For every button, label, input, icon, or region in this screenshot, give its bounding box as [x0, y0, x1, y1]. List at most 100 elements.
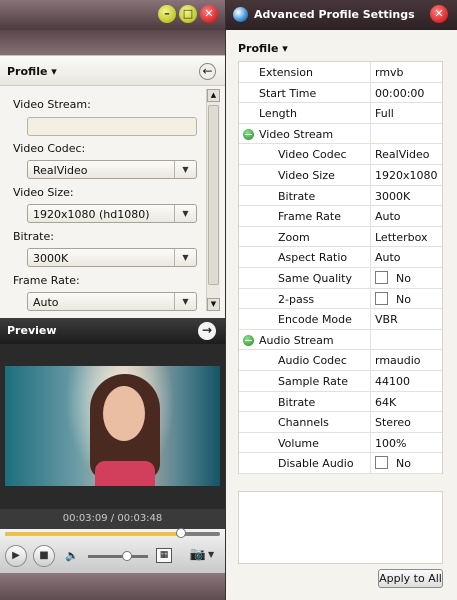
property-row[interactable]: Bitrate 3000K	[239, 185, 442, 207]
close-button[interactable]: ✕	[430, 5, 448, 23]
property-row[interactable]: Aspect Ratio Auto	[239, 247, 442, 268]
frame-rate-select[interactable]: Auto ▼	[27, 292, 197, 311]
property-group-row[interactable]: Audio Stream	[239, 329, 442, 351]
property-name: 2-pass	[278, 292, 315, 306]
scroll-up-icon[interactable]: ▲	[207, 89, 220, 102]
property-row[interactable]: Length Full	[239, 103, 442, 124]
preview-title: Preview	[7, 324, 57, 337]
property-name: Audio Stream	[259, 333, 334, 347]
property-name: Aspect Ratio	[278, 251, 348, 265]
property-value[interactable]: Auto	[375, 210, 441, 223]
property-value[interactable]: 00:00:00	[375, 87, 441, 100]
profile-title[interactable]: Profile ▾	[7, 65, 57, 78]
time-bar: 00:03:09 / 00:03:48	[0, 509, 225, 529]
maximize-button[interactable]: □	[179, 5, 197, 23]
collapse-icon[interactable]	[243, 128, 254, 140]
video-size-select[interactable]: 1920x1080 (hd1080) ▼	[27, 204, 197, 223]
property-value[interactable]: 44100	[375, 375, 441, 388]
main-bottom-bar	[0, 573, 225, 600]
video-stream-input[interactable]	[27, 117, 197, 136]
bitrate-value: 3000K	[33, 252, 69, 265]
back-arrow-icon[interactable]: ←	[199, 63, 216, 80]
snapshot-folder-icon[interactable]: ▦	[156, 548, 172, 563]
bitrate-label: Bitrate:	[13, 230, 54, 243]
property-value[interactable]: Stereo	[375, 416, 441, 429]
stop-button[interactable]: ■	[33, 545, 55, 567]
video-size-label: Video Size:	[13, 186, 74, 199]
property-name: Zoom	[278, 230, 310, 244]
property-row[interactable]: Encode Mode VBR	[239, 309, 442, 330]
scroll-thumb[interactable]	[208, 105, 219, 285]
property-value[interactable]: 64K	[375, 396, 441, 409]
property-value[interactable]: rmaudio	[375, 354, 441, 367]
property-row[interactable]: Start Time 00:00:00	[239, 82, 442, 104]
property-group-row[interactable]: Video Stream	[239, 123, 442, 145]
bitrate-select[interactable]: 3000K ▼	[27, 248, 197, 267]
preview-header: Preview →	[0, 318, 225, 344]
property-value[interactable]: 3000K	[375, 190, 441, 203]
camera-icon[interactable]: 📷	[188, 547, 208, 563]
property-value[interactable]: 100%	[375, 437, 441, 450]
advanced-settings-window: Advanced Profile Settings ✕ Profile ▾ Ex…	[225, 0, 457, 600]
property-row[interactable]: Video Codec RealVideo	[239, 144, 442, 165]
property-row[interactable]: Volume 100%	[239, 432, 442, 454]
seek-thumb[interactable]	[176, 528, 187, 538]
property-checkbox-label: No	[396, 272, 411, 285]
dropdown-arrow-icon: ▾	[282, 42, 288, 55]
advanced-titlebar: Advanced Profile Settings ✕	[226, 0, 457, 30]
property-row[interactable]: 2-pass No	[239, 288, 442, 310]
property-value[interactable]: rmvb	[375, 66, 441, 79]
volume-slider[interactable]	[88, 551, 148, 561]
close-button[interactable]: ✕	[200, 5, 218, 23]
property-row[interactable]: Zoom Letterbox	[239, 226, 442, 248]
property-checkbox[interactable]	[375, 291, 388, 305]
property-name: Bitrate	[278, 189, 316, 203]
video-size-value: 1920x1080 (hd1080)	[33, 208, 150, 221]
property-row[interactable]: Disable Audio No	[239, 453, 442, 474]
collapse-icon[interactable]	[243, 334, 254, 346]
video-codec-select[interactable]: RealVideo ▼	[27, 160, 197, 179]
property-value[interactable]: VBR	[375, 313, 441, 326]
seek-bar[interactable]	[5, 528, 220, 538]
minimize-button[interactable]: –	[158, 5, 176, 23]
play-button[interactable]: ▶	[5, 545, 27, 567]
chevron-down-icon: ▼	[174, 161, 196, 178]
property-value[interactable]: Full	[375, 107, 441, 120]
property-row[interactable]: Bitrate 64K	[239, 391, 442, 413]
property-name: Video Size	[278, 169, 335, 182]
property-name: Frame Rate	[278, 210, 341, 224]
chevron-down-icon[interactable]: ▼	[208, 550, 214, 559]
property-checkbox[interactable]	[375, 271, 388, 284]
speaker-icon[interactable]: 🔈	[65, 549, 79, 562]
property-name: Channels	[278, 416, 329, 430]
property-row[interactable]: Frame Rate Auto	[239, 206, 442, 227]
property-row[interactable]: Extension rmvb	[239, 62, 442, 83]
volume-thumb[interactable]	[122, 551, 132, 561]
property-row[interactable]: Sample Rate 44100	[239, 371, 442, 392]
property-row[interactable]: Audio Codec rmaudio	[239, 350, 442, 371]
property-value[interactable]: 1920x1080 (hd1	[375, 169, 441, 182]
chevron-down-icon: ▼	[174, 293, 196, 310]
advanced-profile-title[interactable]: Profile ▾	[238, 42, 288, 55]
apply-to-all-button[interactable]: Apply to All	[378, 569, 443, 588]
profile-scrollbar[interactable]: ▲ ▼	[206, 89, 220, 311]
property-row[interactable]: Channels Stereo	[239, 412, 442, 433]
property-name: Disable Audio	[278, 457, 354, 471]
property-checkbox[interactable]	[375, 456, 388, 470]
titlebar-spacer	[0, 30, 225, 55]
video-codec-label: Video Codec:	[13, 142, 86, 155]
video-frame	[5, 366, 220, 486]
time-display: 00:03:09 / 00:03:48	[62, 513, 163, 524]
frame-rate-label: Frame Rate:	[13, 274, 80, 287]
property-value[interactable]: Letterbox	[375, 231, 441, 244]
arrow-right-icon[interactable]: →	[198, 322, 216, 340]
property-name: Audio Codec	[278, 354, 347, 368]
scroll-down-icon[interactable]: ▼	[207, 298, 220, 311]
property-row[interactable]: Same Quality No	[239, 268, 442, 289]
profile-header: Profile ▾ ←	[0, 56, 225, 86]
property-checkbox-label: No	[396, 457, 411, 471]
property-row[interactable]: Video Size 1920x1080 (hd1	[239, 165, 442, 186]
property-value[interactable]: Auto	[375, 251, 441, 264]
property-value[interactable]: RealVideo	[375, 148, 441, 161]
property-checkbox-label: No	[396, 292, 411, 306]
